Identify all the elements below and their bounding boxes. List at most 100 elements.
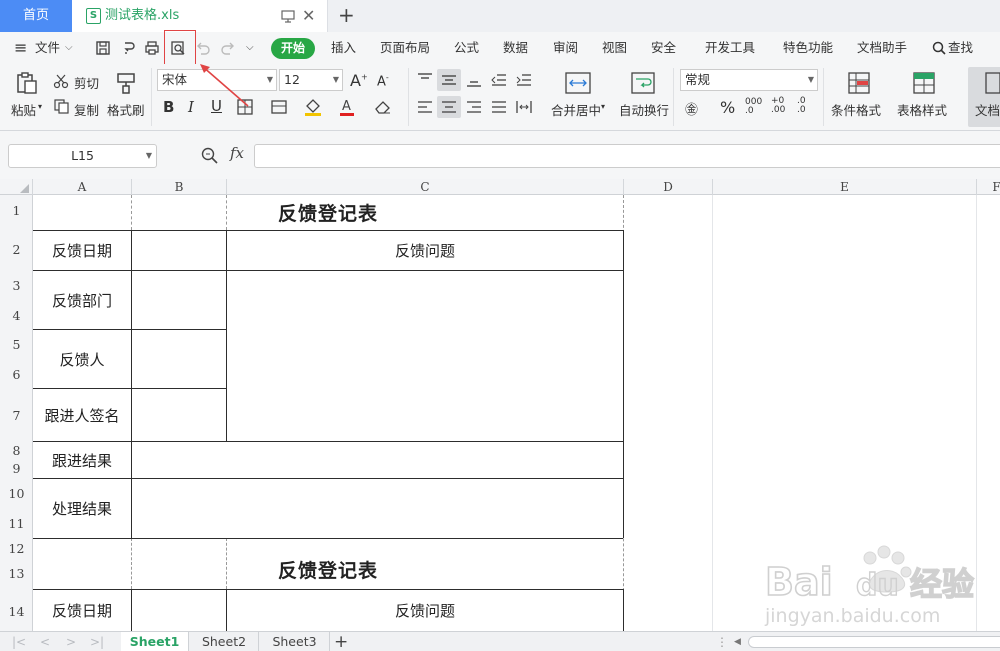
cell-format-icon[interactable] — [271, 99, 287, 115]
eraser-icon[interactable] — [374, 99, 392, 115]
justify-icon[interactable] — [491, 99, 507, 115]
align-middle-icon[interactable] — [441, 72, 457, 88]
distribute-icon[interactable] — [516, 99, 532, 115]
align-right-icon[interactable] — [466, 99, 482, 115]
tab-find[interactable]: 查找 — [948, 32, 973, 64]
tab-review[interactable]: 审阅 — [553, 32, 578, 64]
insert-function-icon[interactable]: fx — [230, 144, 244, 162]
cell-feedback-date-label[interactable]: 反馈日期 — [33, 231, 131, 270]
align-left-icon[interactable] — [417, 99, 433, 115]
cell-feedback-issue-value[interactable] — [227, 271, 623, 441]
merge-center-button[interactable]: 合并居中 — [551, 100, 601, 119]
row-header[interactable]: 14 — [0, 604, 33, 619]
tab-doc-assistant[interactable]: 文档助手 — [857, 32, 907, 64]
cell-department-label[interactable]: 反馈部门 — [33, 271, 131, 329]
copy-icon[interactable] — [54, 99, 69, 114]
table-title[interactable]: 反馈登记表 — [33, 195, 623, 230]
hamburger-icon[interactable]: ≡ — [14, 32, 27, 64]
add-sheet-icon[interactable]: + — [334, 632, 348, 651]
row-header[interactable]: 9 — [0, 461, 33, 476]
tab-special-features[interactable]: 特色功能 — [783, 32, 833, 64]
font-color-icon[interactable]: A — [339, 97, 355, 117]
decrease-decimal-icon[interactable]: .0.0 — [797, 97, 806, 115]
row-header[interactable]: 12 — [0, 541, 33, 556]
row-header[interactable]: 8 — [0, 443, 33, 458]
new-tab-icon[interactable]: + — [338, 0, 355, 30]
search-icon[interactable] — [932, 41, 946, 55]
menu-file[interactable]: 文件 — [35, 32, 60, 64]
align-center-icon[interactable] — [441, 99, 457, 115]
wrap-text-icon[interactable] — [631, 72, 655, 94]
column-header-d[interactable]: D — [624, 179, 713, 195]
next-sheet-icon[interactable]: > — [66, 632, 76, 651]
fill-color-icon[interactable] — [304, 97, 322, 117]
sheet-tab-1[interactable]: Sheet1 — [121, 632, 189, 651]
table-title-2[interactable]: 反馈登记表 — [33, 550, 623, 588]
copy-button[interactable]: 复制 — [74, 100, 99, 119]
conditional-format-button[interactable]: 条件格式 — [831, 100, 881, 119]
sheet-grid[interactable]: 反馈登记表 反馈日期 反馈问题 反馈部门 反馈人 跟进人签名 跟进结果 处理结果… — [33, 195, 1000, 631]
percent-icon[interactable]: % — [720, 98, 735, 117]
row-header[interactable]: 1 — [0, 203, 33, 218]
tab-developer[interactable]: 开发工具 — [705, 32, 755, 64]
cell-follower-signature-label[interactable]: 跟进人签名 — [33, 389, 131, 441]
font-size-select[interactable]: 12 ▼ — [279, 69, 343, 91]
last-sheet-icon[interactable]: >| — [90, 632, 104, 651]
monitor-icon[interactable] — [281, 9, 295, 23]
row-header[interactable]: 11 — [0, 516, 33, 531]
horizontal-scrollbar[interactable] — [748, 636, 1000, 648]
tab-data[interactable]: 数据 — [503, 32, 528, 64]
bold-icon[interactable]: B — [163, 98, 174, 116]
increase-font-icon[interactable]: A+ — [350, 71, 368, 90]
table-style-icon[interactable] — [913, 72, 935, 94]
thousands-icon[interactable]: 000.0 — [745, 98, 762, 116]
cell-feedback-issue-label[interactable]: 反馈问题 — [227, 231, 623, 270]
row-header[interactable]: 4 — [0, 308, 33, 323]
row-header[interactable]: 5 — [0, 337, 33, 352]
wrap-text-button[interactable]: 自动换行 — [619, 100, 669, 119]
align-bottom-icon[interactable] — [466, 72, 482, 88]
row-header[interactable]: 7 — [0, 408, 33, 423]
print-icon[interactable] — [144, 40, 160, 56]
save-icon[interactable] — [95, 40, 111, 56]
column-header-b[interactable]: B — [132, 179, 227, 195]
scissors-icon[interactable] — [53, 73, 69, 89]
cell-handling-result-label[interactable]: 处理结果 — [33, 479, 131, 538]
row-header[interactable]: 13 — [0, 566, 33, 581]
align-top-icon[interactable] — [417, 72, 433, 88]
decrease-indent-icon[interactable] — [491, 72, 507, 88]
cell-feedback-issue-label-2[interactable]: 反馈问题 — [227, 590, 623, 631]
tab-formula[interactable]: 公式 — [454, 32, 479, 64]
sheet-tab-2[interactable]: Sheet2 — [190, 632, 259, 651]
column-header-e[interactable]: E — [713, 179, 977, 195]
undo-icon[interactable] — [195, 40, 211, 56]
tab-security[interactable]: 安全 — [651, 32, 676, 64]
number-format-select[interactable]: 常规 ▼ — [680, 69, 818, 91]
cell-feedback-date-label-2[interactable]: 反馈日期 — [33, 590, 131, 631]
tab-insert[interactable]: 插入 — [331, 32, 356, 64]
export-icon[interactable] — [120, 40, 136, 56]
tab-home[interactable]: 首页 — [0, 0, 72, 32]
row-header[interactable]: 3 — [0, 278, 33, 293]
table-style-button[interactable]: 表格样式 — [897, 100, 947, 119]
currency-icon[interactable]: ㊎ — [685, 99, 698, 118]
cell-feedback-date-value[interactable] — [132, 231, 226, 270]
format-painter-icon[interactable] — [114, 71, 138, 95]
increase-indent-icon[interactable] — [516, 72, 532, 88]
cut-button[interactable]: 剪切 — [74, 73, 99, 92]
decrease-font-icon[interactable]: A- — [377, 73, 389, 89]
sheet-tab-3[interactable]: Sheet3 — [260, 632, 330, 651]
select-all-corner[interactable] — [0, 179, 33, 195]
row-header[interactable]: 2 — [0, 242, 33, 257]
cell-follow-up-result-label[interactable]: 跟进结果 — [33, 442, 131, 478]
increase-decimal-icon[interactable]: +0.00 — [771, 97, 785, 115]
paste-button[interactable]: 粘贴 — [11, 100, 36, 119]
format-painter-button[interactable]: 格式刷 — [107, 100, 145, 119]
redo-icon[interactable] — [220, 40, 236, 56]
merge-center-icon[interactable] — [565, 72, 591, 94]
tab-start[interactable]: 开始 — [271, 38, 315, 59]
paste-icon[interactable] — [15, 71, 39, 95]
tab-document[interactable]: S 测试表格.xls ✕ — [72, 0, 328, 32]
name-box[interactable]: L15 ▼ — [8, 144, 157, 168]
column-header-a[interactable]: A — [33, 179, 132, 195]
